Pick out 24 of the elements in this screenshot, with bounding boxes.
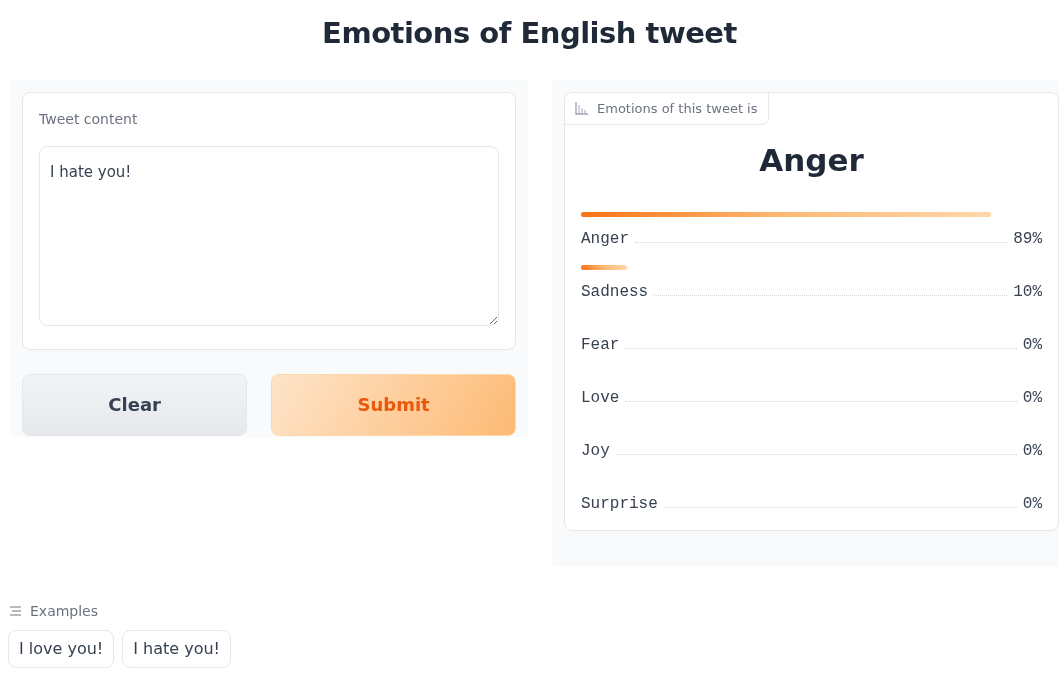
confidence-value: 89%: [1013, 228, 1042, 250]
field-label: Tweet content: [39, 109, 139, 129]
list-icon: [8, 605, 22, 617]
confidence-bar: [581, 264, 628, 270]
confidence-value: 0%: [1022, 440, 1042, 462]
example-button[interactable]: I love you!: [8, 629, 115, 668]
emotion-label: Fear: [581, 334, 620, 356]
confidence-value: 10%: [1013, 281, 1042, 303]
examples-label: Examples: [30, 601, 99, 621]
emotion-label: Sadness: [581, 281, 649, 303]
bar-chart-icon: [575, 101, 589, 116]
top-emotion: Anger: [758, 141, 865, 180]
example-button[interactable]: I hate you!: [122, 629, 231, 668]
page-title: Emotions of English tweet: [321, 15, 738, 52]
clear-button[interactable]: Clear: [22, 373, 248, 436]
output-label-text: Emotions of this tweet is: [597, 99, 758, 118]
tweet-input-field[interactable]: I hate you!: [39, 145, 499, 326]
confidence-value: 0%: [1022, 493, 1042, 515]
emotion-label: Anger: [581, 228, 629, 250]
confidence-value: 0%: [1022, 387, 1042, 409]
emotion-label: Love: [581, 387, 620, 409]
confidence-value: 0%: [1022, 334, 1042, 356]
emotion-label: Surprise: [581, 493, 658, 515]
emotion-label: Joy: [581, 440, 610, 462]
